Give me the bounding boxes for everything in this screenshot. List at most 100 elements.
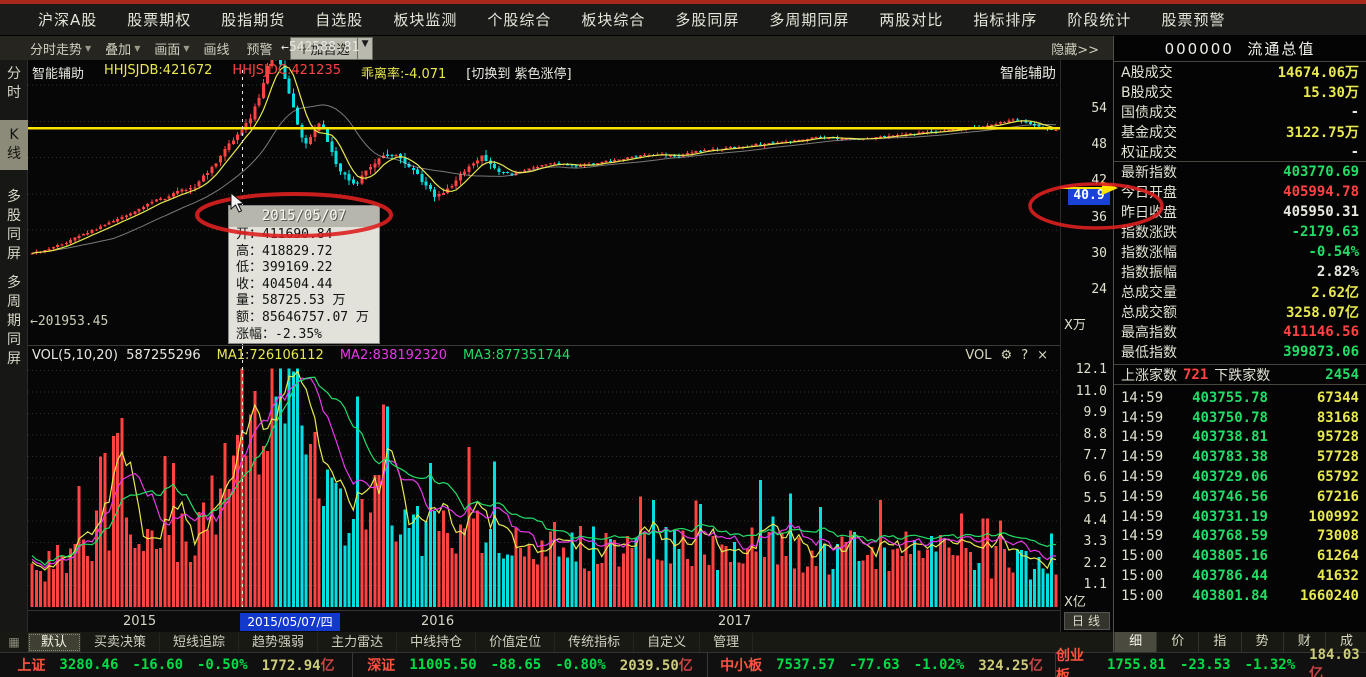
strategy-tab[interactable]: 中线持仓 (397, 633, 476, 652)
menu-item[interactable]: 自选股 (315, 9, 363, 30)
volume-tick: 7.7 (1061, 448, 1107, 464)
volume-tick: 9.9 (1061, 405, 1107, 421)
menu-item[interactable]: 板块综合 (581, 9, 645, 30)
quote-tab[interactable]: 指 (1198, 632, 1240, 652)
tick-row: 15:00 403786.44 41632 (1114, 566, 1366, 586)
toolbar-item[interactable]: 叠加▼ (105, 39, 140, 58)
help-icon[interactable]: ? (1021, 348, 1028, 363)
strategy-tab[interactable]: 默认 (28, 633, 81, 652)
toolbar-item[interactable]: 分时走势▼ (30, 39, 91, 58)
crosshair-date-label: 2015/05/07/四 (240, 613, 340, 631)
strategy-tab[interactable]: 自定义 (634, 633, 700, 652)
volume-pane-controls: VOL ⚙ ? × (965, 348, 1048, 363)
price-tick: 54 (1061, 101, 1107, 117)
trading-app-window: 沪深A股股票期权股指期货自选股板块监测个股综合板块综合多股同屏多周期同屏两股对比… (0, 0, 1366, 677)
close-icon[interactable]: × (1037, 348, 1048, 363)
strategy-tab[interactable]: 价值定位 (476, 633, 555, 652)
quote-row: 指数振幅 2.82% (1114, 262, 1366, 282)
indicator-hhjsjdb: HHJSJDB:421672 (104, 63, 212, 82)
kline-chart[interactable] (28, 60, 1060, 345)
quote-row: 权证成交 - (1114, 142, 1366, 162)
tooltip-row: 低：399169.22 (229, 260, 379, 277)
tick-row: 14:59 403768.59 73008 (1114, 527, 1366, 547)
tooltip-row: 量：58725.53 万 (229, 293, 379, 310)
status-shanghai[interactable]: 上证3280.46 -16.60-0.50% 1772.94亿 (0, 653, 352, 677)
quote-row: 指数涨幅 -0.54% (1114, 242, 1366, 262)
menu-item[interactable]: 板块监测 (393, 9, 457, 30)
add-to-watchlist-dropdown[interactable]: ▼ (358, 37, 374, 60)
hide-panel-button[interactable]: 隐藏>> (1051, 39, 1099, 58)
price-tick: 30 (1061, 246, 1107, 262)
tooltip-row: 收：404504.44 (229, 277, 379, 294)
status-shenzhen[interactable]: 深证11005.50 -88.65-0.80% 2039.50亿 (352, 653, 707, 677)
strategy-tab[interactable]: 趋势强弱 (239, 633, 318, 652)
quote-row: 国债成交 - (1114, 102, 1366, 122)
gear-icon[interactable]: ⚙ (1001, 348, 1013, 363)
advancers-decliners-row: 上涨家数721 下跌家数2454 (1114, 364, 1366, 385)
quote-tab[interactable]: 细 (1114, 632, 1156, 652)
menu-item[interactable]: 沪深A股 (38, 9, 97, 30)
sidebar-item-intraday[interactable]: 分时 (2, 63, 26, 105)
chart-region: 智能辅助 HHJSJDB:421672 HHJSJDC:421235 乖离率:-… (28, 60, 1060, 632)
sidebar-item-kline[interactable]: K线 (0, 120, 28, 170)
menu-item[interactable]: 多周期同屏 (769, 9, 849, 30)
strategy-tab[interactable]: 管理 (700, 633, 753, 652)
time-axis: 2015 2015/05/07/四 2016 2017 (28, 610, 1060, 632)
volume-tick: 2.2 (1061, 556, 1107, 572)
quote-rows: A股成交 14674.06万 B股成交 15.30万 国债成交 - 基金成交 3… (1114, 62, 1366, 362)
volume-axis-unit: X亿 (1064, 591, 1086, 610)
menu-item[interactable]: 两股对比 (879, 9, 943, 30)
tick-row: 14:59 403731.19 100992 (1114, 507, 1366, 527)
tick-row: 14:59 403750.78 83168 (1114, 408, 1366, 428)
switch-hint[interactable]: [切换到 紫色涨停] (466, 63, 571, 82)
indicator-header: 智能辅助 HHJSJDB:421672 HHJSJDC:421235 乖离率:-… (32, 63, 572, 82)
yellow-arrow-icon (1102, 181, 1118, 195)
quote-tab[interactable]: 势 (1241, 632, 1283, 652)
axis-year-2015: 2015 (123, 614, 156, 629)
start-price-annotation: ←201953.45 (30, 314, 108, 329)
quote-row: 指数涨跌 -2179.63 (1114, 222, 1366, 242)
smart-assist-label-right: 智能辅助 (990, 63, 1056, 83)
quote-row: 最新指数 403770.69 (1114, 162, 1366, 182)
tick-row: 14:59 403746.56 67216 (1114, 487, 1366, 507)
market-status-bar: 上证3280.46 -16.60-0.50% 1772.94亿 深证11005.… (0, 652, 1366, 677)
toolbar-item[interactable]: 预警 (247, 39, 276, 58)
toolbar-item[interactable]: 画线 (204, 39, 233, 58)
price-tick: 36 (1061, 210, 1107, 226)
vol-ma3: MA3:877351744 (463, 348, 570, 363)
strategy-tabbar: ▦ 默认买卖决策短线追踪趋势强弱主力雷达中线持仓价值定位传统指标自定义管理 (0, 632, 1113, 652)
main-menubar: 沪深A股 股票期权 股指期货 自选股 板块监测 个股综合 板块综合 多股同屏 多周期同屏 两股对比… (0, 4, 1366, 36)
menu-item[interactable]: 个股综合 (487, 9, 551, 30)
quote-row: A股成交 14674.06万 (1114, 62, 1366, 82)
tooltip-row: 高：418829.72 (229, 244, 379, 261)
status-chinext[interactable]: 创业板1755.81 -23.53-1.32% 184.03亿 (1055, 653, 1366, 677)
menu-item[interactable]: 股指期货 (221, 9, 285, 30)
quote-row: 最高指数 411146.56 (1114, 322, 1366, 342)
volume-tick: 3.3 (1061, 534, 1107, 550)
price-axis-column: 544842363024 X万 40.9 12.111.09.98.87.76.… (1060, 60, 1113, 632)
sidebar-item-multi-stock[interactable]: 多股同屏 (2, 186, 26, 266)
strategy-tab[interactable]: 主力雷达 (318, 633, 397, 652)
period-daily-button[interactable]: 日线 (1064, 612, 1110, 630)
tick-row: 14:59 403755.78 67344 (1114, 388, 1366, 408)
sidebar-item-multi-period[interactable]: 多周期同屏 (2, 272, 26, 371)
quote-row: 今日开盘 405994.78 (1114, 182, 1366, 202)
strategy-tab[interactable]: 传统指标 (555, 633, 634, 652)
tick-list: 14:59 403755.78 67344 14:59 403750.78 83… (1114, 388, 1366, 606)
menu-item[interactable]: 指标排序 (973, 9, 1037, 30)
axis-year-2016: 2016 (421, 614, 454, 629)
menu-item[interactable]: 股票预警 (1161, 9, 1225, 30)
volume-chart[interactable] (28, 345, 1060, 609)
toolbar-item[interactable]: 画面▼ (154, 39, 189, 58)
tick-row: 15:00 403801.84 1660240 (1114, 586, 1366, 606)
grid-icon[interactable]: ▦ (0, 635, 28, 649)
strategy-tab[interactable]: 买卖决策 (81, 633, 160, 652)
highlight-line-extension (1060, 187, 1104, 189)
strategy-tab[interactable]: 短线追踪 (160, 633, 239, 652)
quote-row: B股成交 15.30万 (1114, 82, 1366, 102)
menu-item[interactable]: 阶段统计 (1067, 9, 1131, 30)
menu-item[interactable]: 多股同屏 (675, 9, 739, 30)
menu-item[interactable]: 股票期权 (127, 9, 191, 30)
quote-tab[interactable]: 价 (1156, 632, 1198, 652)
status-sme-board[interactable]: 中小板7537.57 -77.63-1.02% 324.25亿 (707, 653, 1055, 677)
